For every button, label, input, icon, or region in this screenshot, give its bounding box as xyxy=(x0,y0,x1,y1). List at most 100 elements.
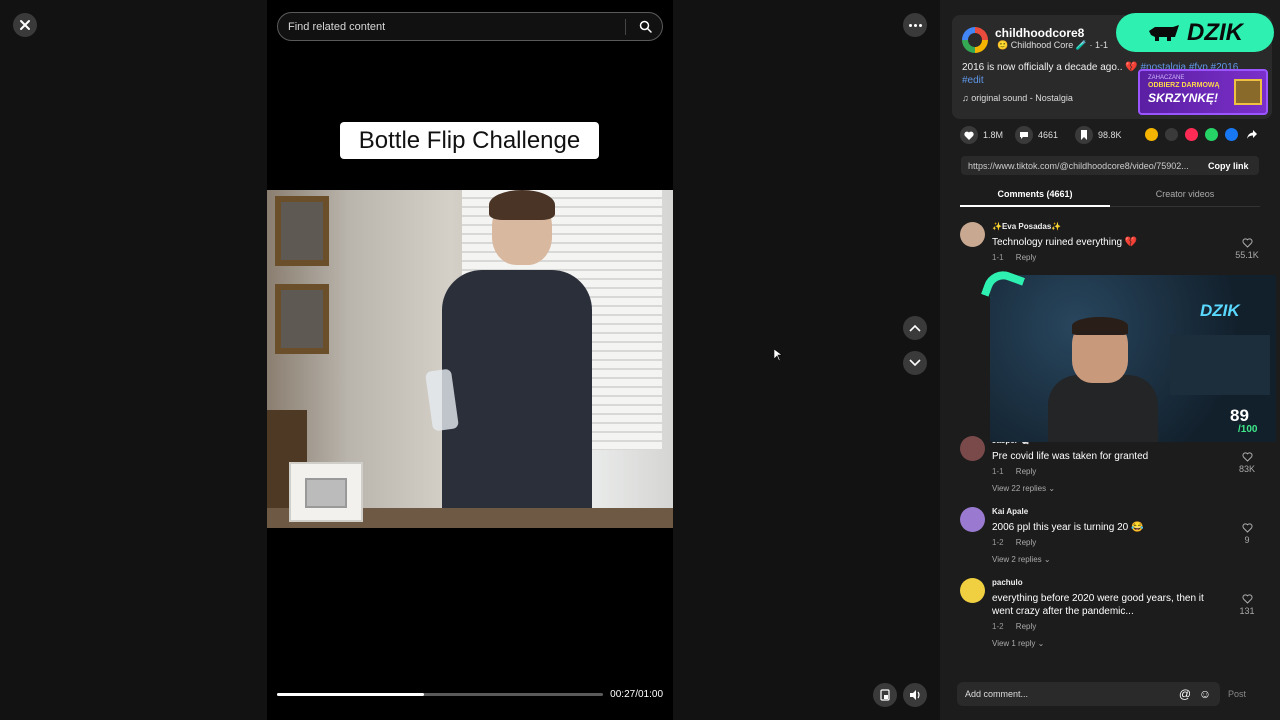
bookmark-icon xyxy=(1075,126,1093,144)
view-replies-button[interactable]: View 22 replies ⌄ xyxy=(992,484,1055,493)
commenter-avatar[interactable] xyxy=(960,507,985,532)
search-icon xyxy=(639,20,652,33)
promo-banner[interactable]: ZAHACZANE ODBIERZ DARMOWĄ SKRZYNKĘ! xyxy=(1138,69,1268,115)
more-dots-icon xyxy=(908,23,912,27)
share-arrow-icon[interactable] xyxy=(1246,129,1258,140)
reply-button[interactable]: Reply xyxy=(1016,622,1036,631)
music-note-icon: ♫ xyxy=(962,93,969,103)
previous-video-button[interactable] xyxy=(903,316,927,340)
hashtag-link[interactable]: #edit xyxy=(962,75,984,86)
comment-text: 2006 ppl this year is turning 20 😂 xyxy=(992,522,1144,533)
sound-link[interactable]: ♫ original sound - Nostalgia xyxy=(962,93,1073,103)
volume-icon xyxy=(909,690,920,700)
post-button[interactable]: Post xyxy=(1228,689,1246,699)
video-frame[interactable] xyxy=(267,190,673,528)
mention-icon[interactable]: @ xyxy=(1178,687,1192,701)
comment-text: everything before 2020 were good years, … xyxy=(992,593,1204,617)
neon-sign: DZIK xyxy=(1200,301,1240,320)
reply-button[interactable]: Reply xyxy=(1016,467,1036,476)
reply-button[interactable]: Reply xyxy=(1016,538,1036,547)
repost-icon[interactable] xyxy=(1185,128,1198,141)
search-divider xyxy=(625,18,626,35)
app-root: Bottle Flip Challenge 00:27/01:00 xyxy=(0,0,1280,720)
desk-clock xyxy=(289,462,363,522)
video-caption: Bottle Flip Challenge xyxy=(340,122,599,159)
video-url: https://www.tiktok.com/@childhoodcore8/v… xyxy=(968,160,1189,171)
shelf xyxy=(1170,335,1270,395)
copy-link-button[interactable]: Copy link xyxy=(1208,161,1249,171)
heart-icon xyxy=(960,126,978,144)
score-total: /100 xyxy=(1238,424,1258,435)
action-bar: 1.8M 4661 98.8K xyxy=(960,126,1260,144)
floating-player-icon xyxy=(880,689,890,701)
heart-outline-icon xyxy=(1242,523,1252,533)
view-replies-button[interactable]: View 2 replies ⌄ xyxy=(992,555,1051,564)
comment-meta: 1-2 Reply xyxy=(992,538,1037,547)
more-options-button[interactable] xyxy=(903,13,927,37)
comment-button[interactable]: 4661 xyxy=(1015,126,1058,144)
comment-text: Pre covid life was taken for granted xyxy=(992,451,1149,462)
save-button[interactable]: 98.8K xyxy=(1075,126,1122,144)
clock-face xyxy=(305,478,347,508)
emoji-icon: 🙂 xyxy=(997,40,1009,50)
progress-bar[interactable] xyxy=(277,693,603,696)
emoji-icon: 🧪 xyxy=(1075,40,1088,50)
comment-input[interactable] xyxy=(965,689,1172,699)
comment-icon xyxy=(1015,126,1033,144)
comment-meta: 1-2 Reply xyxy=(992,622,1037,631)
floating-player-button[interactable] xyxy=(873,683,897,707)
progress-fill xyxy=(277,693,424,696)
search-button[interactable] xyxy=(634,16,656,38)
copy-link-bar: https://www.tiktok.com/@childhoodcore8/v… xyxy=(961,156,1259,175)
comment-like-button[interactable]: 55.1K xyxy=(1232,238,1262,260)
related-search[interactable] xyxy=(277,12,663,41)
view-replies-button[interactable]: View 1 reply ⌄ xyxy=(992,639,1044,648)
bull-icon xyxy=(1149,24,1179,41)
emoji-picker-icon[interactable]: ☺ xyxy=(1198,687,1212,701)
comment-text: Technology ruined everything 💔 xyxy=(992,237,1138,248)
heart-outline-icon xyxy=(1242,594,1252,604)
volume-button[interactable] xyxy=(903,683,927,707)
comment-like-button[interactable]: 83K xyxy=(1232,452,1262,474)
creator-avatar[interactable] xyxy=(962,27,988,53)
stream-logo-badge: DZIK xyxy=(1116,13,1274,52)
like-button[interactable]: 1.8M xyxy=(960,126,1003,144)
reply-button[interactable]: Reply xyxy=(1016,253,1036,262)
chevron-down-icon: ⌄ xyxy=(1037,639,1045,648)
commenter-avatar[interactable] xyxy=(960,578,985,603)
comment-meta: 1-1 Reply xyxy=(992,467,1037,476)
search-input[interactable] xyxy=(288,20,625,33)
wall-frame xyxy=(275,284,329,354)
commenter-name[interactable]: pachulo xyxy=(992,578,1023,587)
more-dots-icon xyxy=(913,23,917,27)
video-player[interactable]: Bottle Flip Challenge 00:27/01:00 xyxy=(267,0,673,720)
chevron-down-icon: ⌄ xyxy=(1043,555,1051,564)
friends-share-icon[interactable] xyxy=(1145,128,1158,141)
wall-frame xyxy=(275,196,329,266)
more-dots-icon xyxy=(918,23,922,27)
next-video-button[interactable] xyxy=(903,351,927,375)
commenter-name[interactable]: Kai Apale xyxy=(992,507,1028,516)
commenter-avatar[interactable] xyxy=(960,222,985,247)
treasure-chest-icon xyxy=(1234,79,1262,105)
close-button[interactable] xyxy=(13,13,37,37)
embed-icon[interactable] xyxy=(1165,128,1178,141)
heart-outline-icon xyxy=(1242,452,1252,462)
comment-composer: @ ☺ xyxy=(957,682,1220,706)
comment-meta: 1-1 Reply xyxy=(992,253,1037,262)
whatsapp-icon[interactable] xyxy=(1205,128,1218,141)
creator-handle[interactable]: childhoodcore8 xyxy=(995,26,1084,40)
commenter-name[interactable]: ✨Eva Posadas✨ xyxy=(992,222,1061,231)
tab-comments[interactable]: Comments (4661) xyxy=(960,186,1110,207)
chevron-down-icon xyxy=(909,359,921,367)
tab-creator-videos[interactable]: Creator videos xyxy=(1110,186,1260,207)
score-value: 89 xyxy=(1230,406,1249,425)
person-hair xyxy=(489,190,555,220)
comment-like-button[interactable]: 131 xyxy=(1232,594,1262,616)
chevron-down-icon: ⌄ xyxy=(1048,484,1056,493)
comment-like-button[interactable]: 9 xyxy=(1232,523,1262,545)
streamer-body xyxy=(1048,375,1158,442)
heart-outline-icon xyxy=(1242,238,1252,248)
commenter-avatar[interactable] xyxy=(960,436,985,461)
facebook-icon[interactable] xyxy=(1225,128,1238,141)
